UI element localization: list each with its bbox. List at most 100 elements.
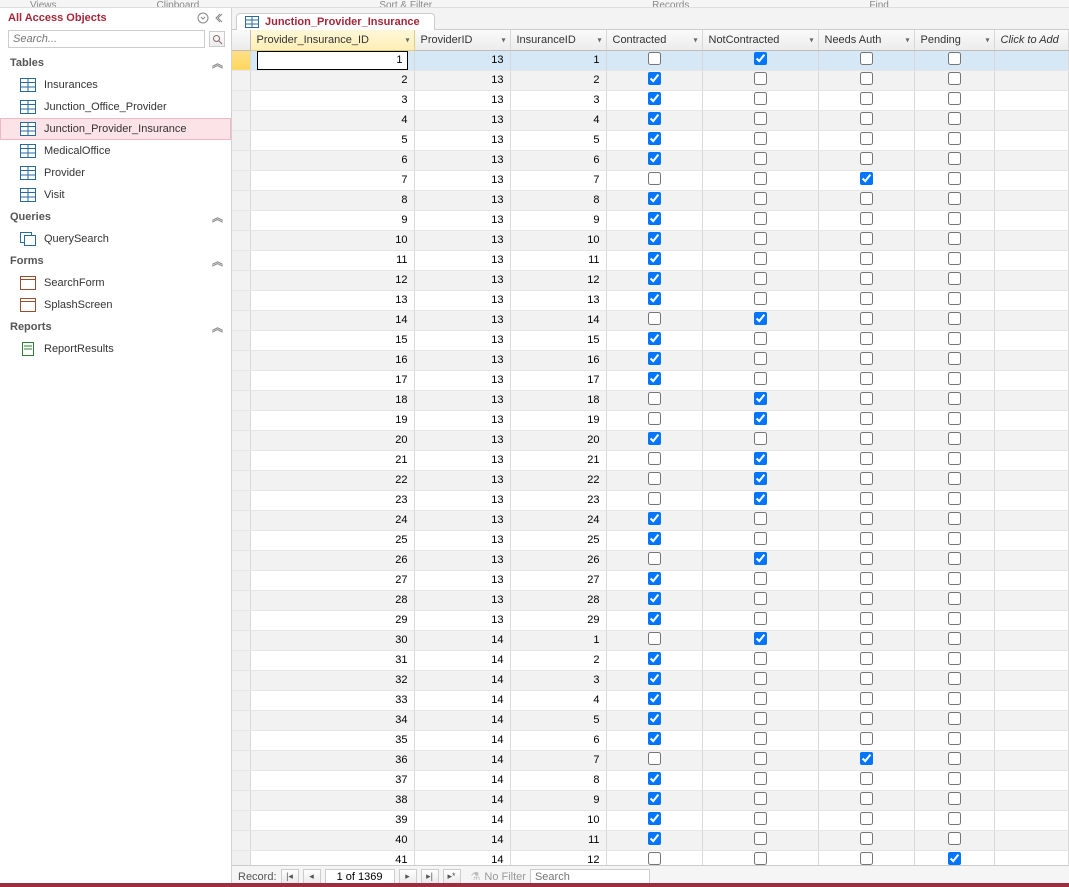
cell-contracted[interactable] (606, 850, 702, 865)
row-selector[interactable] (232, 670, 250, 690)
cell-id[interactable]: 27 (250, 570, 414, 590)
cell-empty[interactable] (994, 270, 1069, 290)
cell-empty[interactable] (994, 850, 1069, 865)
cell-needsauth[interactable] (818, 790, 914, 810)
column-dropdown-icon[interactable]: ▾ (809, 35, 813, 44)
cell-notcontracted[interactable] (702, 510, 818, 530)
cell-pending[interactable] (914, 690, 994, 710)
cell-empty[interactable] (994, 670, 1069, 690)
cell-contracted[interactable] (606, 450, 702, 470)
cell-empty[interactable] (994, 50, 1069, 70)
cell-needsauth[interactable] (818, 210, 914, 230)
cell-needsauth[interactable] (818, 850, 914, 865)
cell-contracted[interactable] (606, 470, 702, 490)
cell-insurance[interactable]: 5 (510, 710, 606, 730)
table-row[interactable]: 261326 (232, 550, 1069, 570)
cell-needsauth[interactable] (818, 590, 914, 610)
table-row[interactable]: 221322 (232, 470, 1069, 490)
table-row[interactable]: 231323 (232, 490, 1069, 510)
row-selector[interactable] (232, 610, 250, 630)
table-row[interactable]: 131313 (232, 290, 1069, 310)
chevron-down-icon[interactable] (197, 12, 209, 24)
cell-insurance[interactable]: 9 (510, 790, 606, 810)
column-dropdown-icon[interactable]: ▾ (597, 35, 601, 44)
cell-contracted[interactable] (606, 690, 702, 710)
cell-pending[interactable] (914, 670, 994, 690)
cell-id[interactable]: 19 (250, 410, 414, 430)
cell-contracted[interactable] (606, 570, 702, 590)
cell-notcontracted[interactable] (702, 690, 818, 710)
cell-id[interactable]: 12 (250, 270, 414, 290)
cell-pending[interactable] (914, 190, 994, 210)
cell-pending[interactable] (914, 150, 994, 170)
cell-insurance[interactable]: 29 (510, 610, 606, 630)
table-row[interactable]: 38149 (232, 790, 1069, 810)
row-selector[interactable] (232, 290, 250, 310)
cell-notcontracted[interactable] (702, 570, 818, 590)
cell-contracted[interactable] (606, 290, 702, 310)
row-selector[interactable] (232, 550, 250, 570)
row-selector[interactable] (232, 690, 250, 710)
cell-insurance[interactable]: 21 (510, 450, 606, 470)
cell-id[interactable]: 38 (250, 790, 414, 810)
cell-needsauth[interactable] (818, 450, 914, 470)
cell-empty[interactable] (994, 230, 1069, 250)
cell-empty[interactable] (994, 150, 1069, 170)
cell-notcontracted[interactable] (702, 150, 818, 170)
cell-id[interactable]: 3 (250, 90, 414, 110)
row-selector[interactable] (232, 170, 250, 190)
cell-pending[interactable] (914, 590, 994, 610)
cell-id[interactable]: 35 (250, 730, 414, 750)
cell-contracted[interactable] (606, 310, 702, 330)
cell-contracted[interactable] (606, 530, 702, 550)
cell-insurance[interactable]: 8 (510, 190, 606, 210)
cell-pending[interactable] (914, 310, 994, 330)
cell-needsauth[interactable] (818, 90, 914, 110)
cell-contracted[interactable] (606, 670, 702, 690)
cell-insurance[interactable]: 3 (510, 90, 606, 110)
cell-pending[interactable] (914, 810, 994, 830)
cell-provider[interactable]: 13 (414, 390, 510, 410)
cell-notcontracted[interactable] (702, 770, 818, 790)
row-selector[interactable] (232, 350, 250, 370)
table-row[interactable]: 4134 (232, 110, 1069, 130)
cell-notcontracted[interactable] (702, 410, 818, 430)
cell-needsauth[interactable] (818, 190, 914, 210)
row-selector[interactable] (232, 110, 250, 130)
cell-empty[interactable] (994, 210, 1069, 230)
cell-notcontracted[interactable] (702, 330, 818, 350)
cell-insurance[interactable]: 8 (510, 770, 606, 790)
cell-empty[interactable] (994, 690, 1069, 710)
nav-group-tables[interactable]: Tables︽ (0, 52, 231, 74)
cell-needsauth[interactable] (818, 290, 914, 310)
row-selector[interactable] (232, 150, 250, 170)
row-selector[interactable] (232, 190, 250, 210)
cell-pending[interactable] (914, 70, 994, 90)
cell-needsauth[interactable] (818, 750, 914, 770)
cell-provider[interactable]: 13 (414, 450, 510, 470)
cell-id[interactable]: 34 (250, 710, 414, 730)
cell-id[interactable]: 25 (250, 530, 414, 550)
cell-contracted[interactable] (606, 410, 702, 430)
cell-empty[interactable] (994, 110, 1069, 130)
cell-notcontracted[interactable] (702, 730, 818, 750)
cell-provider[interactable]: 14 (414, 650, 510, 670)
cell-insurance[interactable]: 1 (510, 50, 606, 70)
cell-contracted[interactable] (606, 650, 702, 670)
cell-notcontracted[interactable] (702, 230, 818, 250)
cell-insurance[interactable]: 12 (510, 270, 606, 290)
cell-provider[interactable]: 13 (414, 370, 510, 390)
table-row[interactable]: 9139 (232, 210, 1069, 230)
cell-id[interactable]: 10 (250, 230, 414, 250)
cell-pending[interactable] (914, 510, 994, 530)
row-selector[interactable] (232, 810, 250, 830)
cell-contracted[interactable] (606, 630, 702, 650)
cell-provider[interactable]: 13 (414, 350, 510, 370)
cell-provider[interactable]: 14 (414, 710, 510, 730)
cell-contracted[interactable] (606, 550, 702, 570)
cell-needsauth[interactable] (818, 230, 914, 250)
cell-empty[interactable] (994, 550, 1069, 570)
cell-insurance[interactable]: 6 (510, 150, 606, 170)
cell-insurance[interactable]: 7 (510, 750, 606, 770)
filter-indicator[interactable]: ⚗ No Filter (471, 870, 526, 883)
